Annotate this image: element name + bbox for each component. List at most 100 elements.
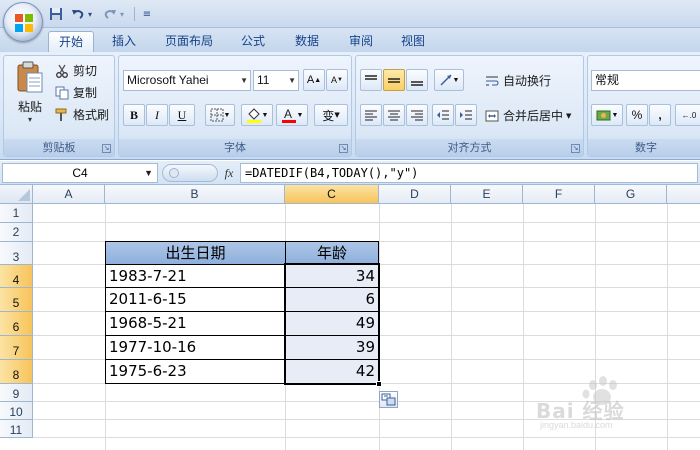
tab-page-layout[interactable]: 页面布局	[156, 31, 222, 52]
customize-qat-icon[interactable]: ≡	[139, 6, 155, 22]
alignment-launcher-icon[interactable]: ↘	[571, 144, 580, 153]
increase-decimal-button[interactable]: ←.0	[675, 104, 700, 126]
cut-button[interactable]: 剪切	[54, 62, 97, 79]
orientation-button[interactable]: ▼	[434, 69, 464, 91]
shrink-font-button[interactable]: A ▼	[326, 69, 348, 91]
table-header-birth-date[interactable]: 出生日期	[105, 241, 286, 265]
row-header-2[interactable]: 2	[0, 223, 33, 242]
underline-button[interactable]: U	[169, 104, 195, 126]
tab-review[interactable]: 审阅	[338, 31, 384, 52]
tab-formulas[interactable]: 公式	[230, 31, 276, 52]
phonetic-label: 变	[322, 108, 335, 123]
table-cell-birth-date[interactable]: 1975-6-23	[105, 359, 286, 384]
decrease-indent-button[interactable]	[432, 104, 454, 126]
table-cell-age[interactable]: 34	[285, 264, 379, 288]
increase-indent-button[interactable]	[455, 104, 477, 126]
borders-icon	[210, 108, 224, 122]
format-painter-icon	[54, 107, 70, 123]
column-header-f[interactable]: F	[523, 185, 595, 204]
tab-home[interactable]: 开始	[48, 31, 94, 52]
phonetic-dropdown-icon: ▼	[334, 111, 340, 119]
formula-bar: C4 ▼ fx =DATEDIF(B4,TODAY(),"y")	[0, 161, 700, 185]
font-group: Microsoft Yahei ▼ 11 ▼ A ▲ A ▼ B I U ▼ ▼ A…	[118, 55, 352, 157]
office-logo-icon	[15, 14, 33, 32]
percent-button[interactable]: %	[626, 104, 648, 126]
paste-button[interactable]: 粘贴 ▾	[10, 60, 50, 134]
row-header-9[interactable]: 9	[0, 384, 33, 402]
name-box-dropdown-icon[interactable]: ▼	[144, 164, 153, 182]
font-size-dropdown-icon[interactable]: ▼	[288, 71, 296, 90]
row-header-8[interactable]: 8	[0, 360, 33, 384]
name-box[interactable]: C4 ▼	[2, 163, 158, 183]
column-header-h[interactable]	[667, 185, 700, 204]
insert-function-button[interactable]: fx	[220, 163, 238, 183]
select-all-corner[interactable]	[0, 185, 33, 204]
align-middle-button[interactable]	[383, 69, 405, 91]
align-right-button[interactable]	[406, 104, 428, 126]
table-cell-age[interactable]: 42	[285, 359, 379, 384]
row-header-1[interactable]: 1	[0, 204, 33, 223]
column-header-e[interactable]: E	[451, 185, 523, 204]
formula-bar-handle[interactable]	[162, 164, 218, 182]
table-cell-birth-date[interactable]: 1977-10-16	[105, 335, 286, 360]
italic-button[interactable]: I	[146, 104, 168, 126]
table-cell-birth-date[interactable]: 1983-7-21	[105, 264, 286, 288]
row-header-3[interactable]: 3	[0, 242, 33, 265]
tab-insert[interactable]: 插入	[100, 31, 148, 52]
table-cell-age[interactable]: 39	[285, 335, 379, 360]
office-button[interactable]	[3, 2, 43, 42]
font-color-button[interactable]: A ▼	[276, 104, 308, 126]
table-cell-age[interactable]: 6	[285, 287, 379, 312]
column-header-d[interactable]: D	[379, 185, 451, 204]
table-cell-birth-date[interactable]: 1968-5-21	[105, 311, 286, 336]
undo-dropdown-icon[interactable]: ▾	[86, 6, 94, 22]
name-box-value: C4	[72, 166, 88, 180]
column-header-g[interactable]: G	[595, 185, 667, 204]
align-center-button[interactable]	[383, 104, 405, 126]
redo-icon[interactable]	[102, 6, 118, 22]
font-size-combo[interactable]: 11 ▼	[253, 70, 299, 91]
column-header-b[interactable]: B	[105, 185, 285, 204]
row-header-11[interactable]: 11	[0, 420, 33, 438]
tab-view[interactable]: 视图	[390, 31, 436, 52]
grow-font-button[interactable]: A ▲	[303, 69, 325, 91]
copy-label: 复制	[73, 86, 98, 100]
font-name-combo[interactable]: Microsoft Yahei ▼	[123, 70, 251, 91]
formula-input[interactable]: =DATEDIF(B4,TODAY(),"y")	[240, 163, 698, 183]
row-header-4[interactable]: 4	[0, 265, 33, 288]
row-header-6[interactable]: 6	[0, 312, 33, 336]
clipboard-launcher-icon[interactable]: ↘	[102, 144, 111, 153]
font-name-dropdown-icon[interactable]: ▼	[240, 71, 248, 90]
comma-button[interactable]: ,	[649, 104, 671, 126]
column-header-c[interactable]: C	[285, 185, 379, 204]
table-header-age[interactable]: 年龄	[285, 241, 379, 265]
row-header-5[interactable]: 5	[0, 288, 33, 312]
merge-center-dropdown-icon[interactable]: ▼	[566, 112, 571, 120]
fill-handle[interactable]	[376, 381, 382, 387]
merge-center-button[interactable]: 合并后居中 ▼	[484, 107, 571, 124]
save-icon[interactable]	[48, 6, 64, 22]
font-launcher-icon[interactable]: ↘	[339, 144, 348, 153]
align-top-button[interactable]	[360, 69, 382, 91]
table-cell-age[interactable]: 49	[285, 311, 379, 336]
copy-button[interactable]: 复制	[54, 84, 97, 101]
table-cell-birth-date[interactable]: 2011-6-15	[105, 287, 286, 312]
tab-data[interactable]: 数据	[284, 31, 330, 52]
phonetic-button[interactable]: 变 ▼	[314, 104, 348, 126]
borders-button[interactable]: ▼	[205, 104, 235, 126]
bold-button[interactable]: B	[123, 104, 145, 126]
redo-dropdown-icon[interactable]: ▾	[118, 6, 126, 22]
accounting-format-button[interactable]: ▼	[591, 104, 623, 126]
fill-color-button[interactable]: ▼	[241, 104, 273, 126]
gridline	[33, 437, 700, 438]
format-painter-button[interactable]: 格式刷	[54, 106, 109, 123]
row-header-10[interactable]: 10	[0, 402, 33, 420]
column-header-a[interactable]: A	[33, 185, 105, 204]
undo-icon[interactable]	[70, 6, 86, 22]
row-header-7[interactable]: 7	[0, 336, 33, 360]
wrap-text-button[interactable]: 自动换行	[484, 72, 551, 89]
align-left-button[interactable]	[360, 104, 382, 126]
auto-fill-options-button[interactable]	[379, 391, 398, 408]
align-bottom-button[interactable]	[406, 69, 428, 91]
number-format-combo[interactable]: 常规	[591, 70, 700, 91]
